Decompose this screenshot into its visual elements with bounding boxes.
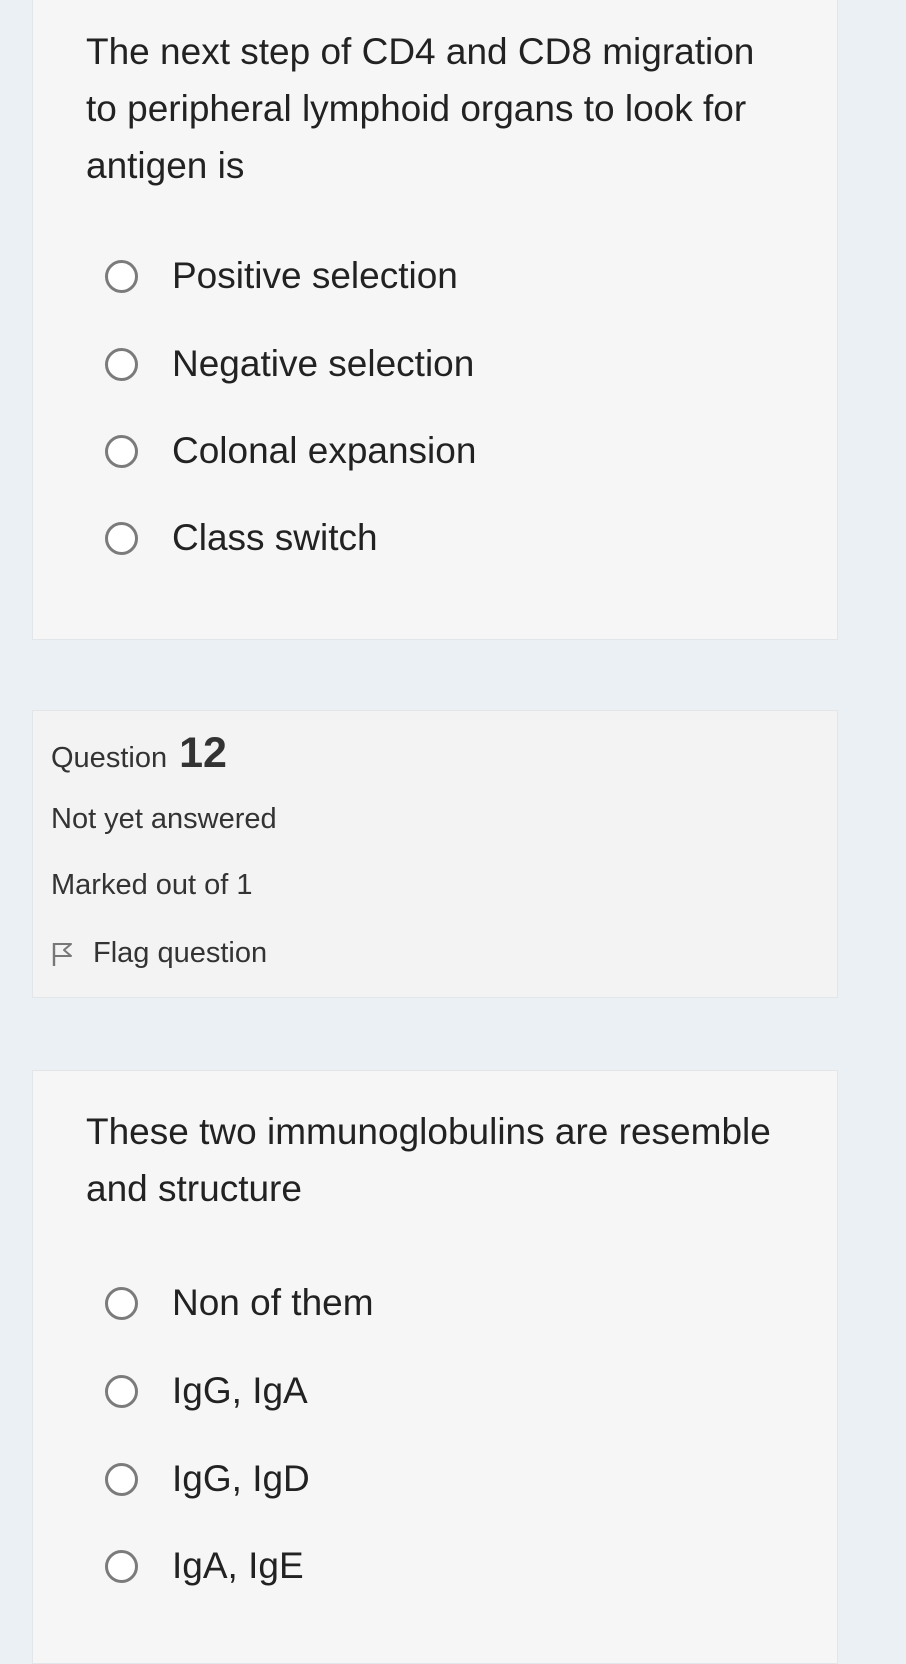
radio-unselected-icon[interactable]: [105, 1374, 138, 1408]
radio-unselected-icon[interactable]: [105, 521, 138, 555]
question-number-value: 12: [179, 729, 227, 777]
question-label: Question: [51, 742, 168, 774]
radio-unselected-icon[interactable]: [105, 1286, 138, 1320]
option-label: Negative selection: [172, 343, 475, 384]
option-igg-iga[interactable]: IgG, IgA: [105, 1366, 308, 1416]
option-label: IgA, IgE: [172, 1545, 304, 1586]
radio-unselected-icon[interactable]: [105, 347, 138, 381]
option-label: Colonal expansion: [172, 430, 477, 471]
option-non-of-them[interactable]: Non of them: [105, 1278, 374, 1328]
radio-unselected-icon[interactable]: [105, 1549, 138, 1583]
option-label: Class switch: [172, 517, 378, 558]
question-12-content: These two immunoglobulins are resemble a…: [32, 1070, 838, 1664]
question-number: Question 12: [51, 729, 227, 778]
option-label: Positive selection: [172, 255, 458, 296]
question-11-content: The next step of CD4 and CD8 migration t…: [32, 0, 838, 640]
question-grade: Marked out of 1: [51, 869, 253, 901]
option-label: IgG, IgA: [172, 1370, 308, 1411]
option-negative-selection[interactable]: Negative selection: [105, 339, 474, 389]
radio-unselected-icon[interactable]: [105, 1462, 138, 1496]
option-colonal-expansion[interactable]: Colonal expansion: [105, 426, 476, 476]
option-label: Non of them: [172, 1282, 374, 1323]
question-12-info: Question 12 Not yet answered Marked out …: [32, 710, 838, 998]
flag-question-link[interactable]: Flag question: [51, 937, 267, 970]
option-positive-selection[interactable]: Positive selection: [105, 251, 458, 301]
flag-question-label: Flag question: [93, 937, 268, 969]
option-igg-igd[interactable]: IgG, IgD: [105, 1454, 310, 1504]
option-class-switch[interactable]: Class switch: [105, 513, 378, 563]
flag-icon: [52, 942, 72, 966]
question-text: These two immunoglobulins are resemble a…: [86, 1111, 771, 1209]
option-iga-ige[interactable]: IgA, IgE: [105, 1541, 304, 1591]
question-state: Not yet answered: [51, 803, 277, 835]
option-label: IgG, IgD: [172, 1458, 310, 1499]
radio-unselected-icon[interactable]: [105, 434, 138, 468]
question-text: The next step of CD4 and CD8 migration t…: [86, 31, 755, 186]
radio-unselected-icon[interactable]: [105, 259, 138, 293]
